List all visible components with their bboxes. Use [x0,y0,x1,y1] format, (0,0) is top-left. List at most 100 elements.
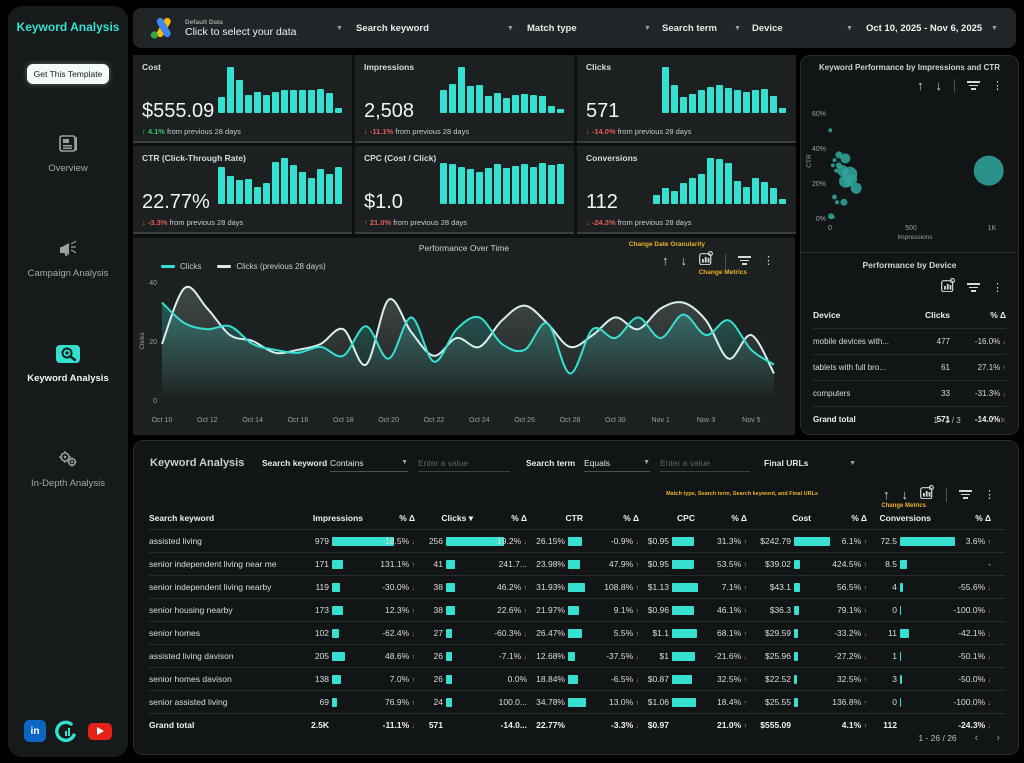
sidebar-item-keyword-analysis[interactable]: Keyword Analysis [8,310,128,415]
filter-search-term[interactable]: Search term [662,8,717,48]
change-metrics-icon[interactable] [920,485,934,504]
prev-page-icon[interactable]: ‹ [979,414,983,426]
value-bar [672,537,694,546]
column-header[interactable]: CTR [527,513,583,523]
filter-value-input[interactable] [660,454,750,472]
value-cell: $555.09 [747,720,811,730]
final-urls-select[interactable]: Final URLs▼ [764,454,856,472]
date-range-control[interactable]: Oct 10, 2025 - Nov 6, 2025 [866,8,982,48]
scorecard-title: CPC (Cost / Click) [364,153,436,163]
scorecard-delta: ↓ -11.1% from previous 28 days [364,127,469,136]
scorecard-delta: ↑ 4.1% from previous 28 days [142,127,241,136]
spark-bar [263,95,270,113]
sort-desc-icon[interactable]: ↓ [681,253,688,268]
column-header[interactable]: Search keyword [149,513,299,523]
spark-bar [716,85,723,113]
sidebar-item-overview[interactable]: Overview [8,100,128,205]
linkedin-icon[interactable]: in [24,720,46,742]
column-header[interactable]: % Δ [583,513,639,523]
filter-value-input[interactable] [418,454,510,472]
filter-search-keyword[interactable]: Search keyword [356,8,429,48]
table-row[interactable]: senior homes102-62.4% ↓27-60.3% ↓26.47%5… [149,621,1005,644]
table-row[interactable]: senior independent living nearby119-30.0… [149,575,1005,598]
svg-text:Oct 28: Oct 28 [560,417,581,424]
column-header[interactable]: % Δ [811,513,867,523]
operator-select-contains[interactable]: Contains▼ [330,454,408,472]
table-row[interactable]: assisted living979-18.5% ↓256-19.2% ↓26.… [149,529,1005,552]
filter-match-type[interactable]: Match type [527,8,577,48]
sort-asc-icon[interactable]: ↑ [883,487,890,502]
value-bar [900,629,909,638]
filter-icon[interactable] [738,256,751,265]
chevron-down-icon[interactable]: ▼ [644,8,651,48]
delta-cell: 7.1% ↑ [695,582,747,592]
column-header[interactable]: Cost [747,513,811,523]
more-menu-icon[interactable]: ⋮ [992,281,1004,294]
delta-arrow-icon: ↓ [988,585,992,592]
windsor-icon[interactable] [55,719,79,743]
chevron-down-icon[interactable]: ▼ [734,8,741,48]
value-cell: 0 [867,697,931,707]
sort-asc-icon[interactable]: ↑ [917,78,924,93]
scorecard-delta: ↓ -14.0% from previous 28 days [586,127,691,136]
value-cell: $0.95 [639,559,695,569]
filter-device[interactable]: Device [752,8,783,48]
column-header[interactable]: Impressions [299,513,363,523]
bubble-chart-title: Keyword Performance by Impressions and C… [801,63,1018,72]
sort-desc-icon[interactable]: ↓ [936,78,943,93]
spark-bar [557,164,564,204]
value-text: $0.87 [639,674,669,684]
sidebar-item-campaign-analysis[interactable]: Campaign Analysis [8,205,128,310]
sidebar-item-in-depth-analysis[interactable]: In-Depth Analysis [8,415,128,520]
value-cell: $242.79 [747,536,811,546]
device-table-title: Performance by Device [801,260,1018,270]
delta-cell: 100.0... [473,697,527,707]
column-header[interactable]: CPC [639,513,695,523]
change-metrics-icon[interactable] [941,278,955,297]
prev-page-icon[interactable]: ‹ [975,732,979,744]
chevron-down-icon[interactable]: ▼ [507,8,514,48]
column-header[interactable]: % Δ [931,513,991,523]
more-menu-icon[interactable]: ⋮ [763,254,775,267]
value-cell: 256 [415,536,473,546]
filter-icon[interactable] [959,490,972,499]
column-header[interactable]: % Δ [473,513,527,523]
delta-cell: 131.1% ↑ [363,559,415,569]
youtube-icon[interactable] [88,723,112,740]
delta-cell: 3.6% ↑ [931,536,991,546]
value-cell: 38 [415,582,473,592]
next-page-icon[interactable]: › [996,732,1000,744]
table-row[interactable]: mobile devices with...477-16.0% ↓ [813,328,1006,354]
spark-bar [716,159,723,204]
change-metrics-icon[interactable] [699,251,713,270]
data-source-selector[interactable]: Default Data Click to select your data [185,8,296,48]
filter-icon[interactable] [967,81,980,90]
spark-bar [503,98,510,113]
next-page-icon[interactable]: › [1000,414,1004,426]
chevron-down-icon[interactable]: ▼ [846,8,853,48]
table-row[interactable]: tablets with full bro...6127.1% ↑ [813,354,1006,380]
operator-select-equals[interactable]: Equals▼ [584,454,650,472]
get-template-button[interactable]: Get This Template [27,64,110,84]
column-header[interactable]: % Δ [695,513,747,523]
table-row[interactable]: senior homes davison1387.0% ↑260.0%18.84… [149,667,1005,690]
column-header[interactable]: Conversions [867,513,931,523]
table-row[interactable]: assisted living davison20548.6% ↑26-7.1%… [149,644,1005,667]
sort-asc-icon[interactable]: ↑ [662,253,669,268]
more-menu-icon[interactable]: ⋮ [992,79,1004,92]
sort-desc-icon[interactable]: ↓ [902,487,909,502]
table-row[interactable]: senior housing nearby17312.3% ↑3822.6% ↑… [149,598,1005,621]
column-header[interactable]: Clicks ▾ [415,513,473,524]
table-row[interactable]: senior assisted living6976.9% ↑24100.0..… [149,690,1005,713]
filter-icon[interactable] [967,283,980,292]
table-row[interactable]: senior independent living near me171131.… [149,552,1005,575]
scorecard-value: 571 [586,100,619,123]
table-row[interactable]: Grand total2.5K-11.1% ↓571-14.0...22.77%… [149,713,1005,736]
chevron-down-icon[interactable]: ▼ [336,8,343,48]
more-menu-icon[interactable]: ⋮ [984,488,996,501]
spark-bar [530,167,537,204]
chevron-down-icon[interactable]: ▼ [991,8,998,48]
table-row[interactable]: computers33-31.3% ↓ [813,380,1006,406]
column-header[interactable]: % Δ [363,513,415,523]
spark-bar [299,172,306,204]
